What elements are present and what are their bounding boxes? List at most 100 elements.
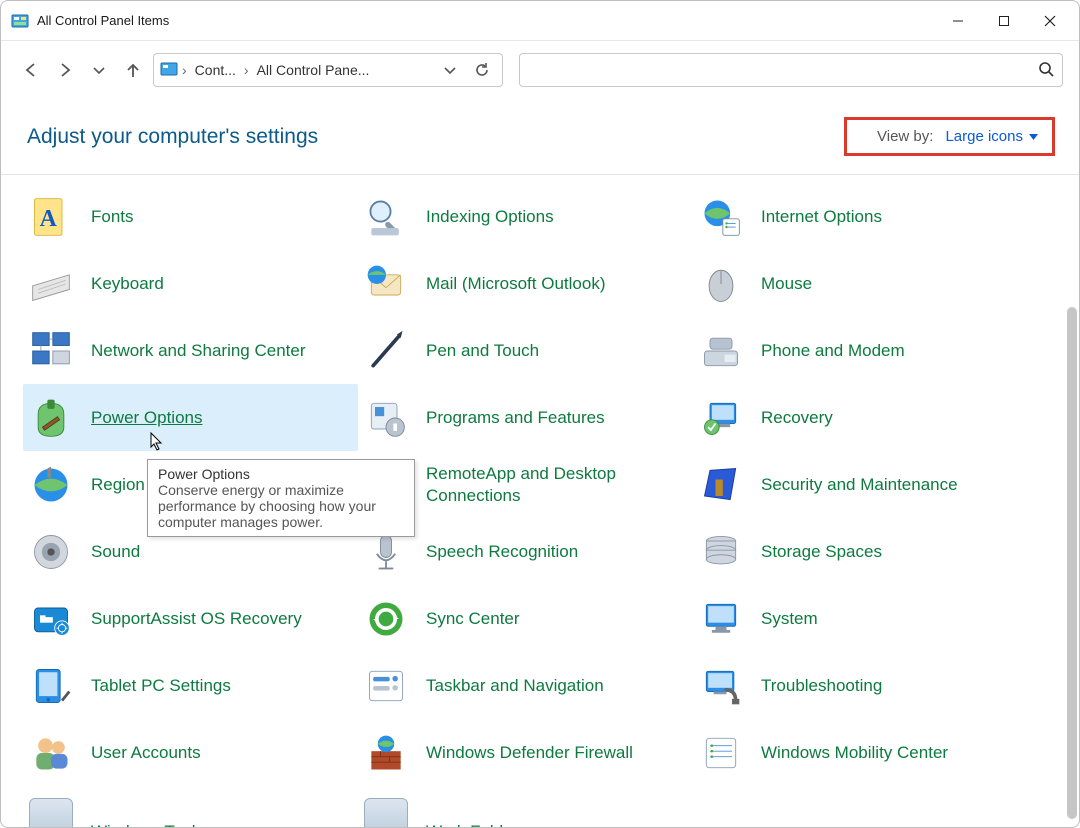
item-label: System bbox=[761, 608, 818, 629]
tools-icon bbox=[27, 796, 75, 828]
address-dropdown-button[interactable] bbox=[436, 56, 464, 84]
search-box[interactable] bbox=[519, 53, 1063, 87]
item-label: Security and Maintenance bbox=[761, 474, 958, 495]
control-panel-item[interactable]: Power Options bbox=[23, 384, 358, 451]
refresh-button[interactable] bbox=[468, 56, 496, 84]
storage-icon bbox=[697, 528, 745, 576]
item-label: Taskbar and Navigation bbox=[426, 675, 604, 696]
item-label: Internet Options bbox=[761, 206, 882, 227]
control-panel-item[interactable]: Tablet PC Settings bbox=[23, 652, 358, 719]
header-row: Adjust your computer's settings View by:… bbox=[1, 99, 1079, 174]
programs-icon bbox=[362, 394, 410, 442]
sync-icon bbox=[362, 595, 410, 643]
control-panel-item[interactable]: Network and Sharing Center bbox=[23, 317, 358, 384]
item-label: Work Folders bbox=[426, 797, 527, 827]
control-panel-item[interactable]: Phone and Modem bbox=[693, 317, 1028, 384]
item-label: Programs and Features bbox=[426, 407, 605, 428]
security-icon bbox=[697, 461, 745, 509]
item-label: Sync Center bbox=[426, 608, 520, 629]
breadcrumb-segment[interactable]: All Control Pane... bbox=[253, 60, 374, 80]
caret-down-icon bbox=[1029, 134, 1038, 140]
svg-text:A: A bbox=[40, 206, 58, 232]
forward-button[interactable] bbox=[51, 56, 79, 84]
mail-icon bbox=[362, 260, 410, 308]
up-button[interactable] bbox=[119, 56, 147, 84]
control-panel-item[interactable]: Troubleshooting bbox=[693, 652, 1028, 719]
window-title: All Control Panel Items bbox=[37, 13, 169, 28]
users-icon bbox=[27, 729, 75, 777]
control-panel-item[interactable]: Taskbar and Navigation bbox=[358, 652, 693, 719]
tooltip-body: Conserve energy or maximize performance … bbox=[158, 482, 376, 530]
item-label: Storage Spaces bbox=[761, 541, 882, 562]
scrollbar-thumb[interactable] bbox=[1067, 307, 1077, 819]
control-panel-item[interactable]: Work Folders bbox=[358, 786, 693, 827]
mobility-icon bbox=[697, 729, 745, 777]
maximize-button[interactable] bbox=[981, 5, 1027, 37]
control-panel-window: All Control Panel Items › Cont... › All … bbox=[0, 0, 1080, 828]
control-panel-item[interactable]: Indexing Options bbox=[358, 183, 693, 250]
search-icon[interactable] bbox=[1038, 61, 1054, 80]
keyboard-icon bbox=[27, 260, 75, 308]
view-by-dropdown[interactable]: Large icons bbox=[945, 128, 1038, 145]
indexing-icon bbox=[362, 193, 410, 241]
control-panel-item[interactable]: SupportAssist OS Recovery bbox=[23, 585, 358, 652]
control-panel-item[interactable]: Pen and Touch bbox=[358, 317, 693, 384]
control-panel-item[interactable]: Recovery bbox=[693, 384, 1028, 451]
region-icon bbox=[27, 461, 75, 509]
back-button[interactable] bbox=[17, 56, 45, 84]
item-label: Windows Mobility Center bbox=[761, 742, 948, 763]
pen-icon bbox=[362, 327, 410, 375]
item-label: Windows Defender Firewall bbox=[426, 742, 633, 763]
item-label: Fonts bbox=[91, 206, 134, 227]
control-panel-item[interactable]: Mail (Microsoft Outlook) bbox=[358, 250, 693, 317]
workfolders-icon bbox=[362, 796, 410, 828]
item-label: Sound bbox=[91, 541, 140, 562]
control-panel-item[interactable]: Security and Maintenance bbox=[693, 451, 1028, 518]
item-label: User Accounts bbox=[91, 742, 201, 763]
fonts-icon: A bbox=[27, 193, 75, 241]
item-label: Network and Sharing Center bbox=[91, 340, 306, 361]
control-panel-item[interactable]: A Fonts bbox=[23, 183, 358, 250]
control-panel-item[interactable]: Sync Center bbox=[358, 585, 693, 652]
item-label: Tablet PC Settings bbox=[91, 675, 231, 696]
item-label: Phone and Modem bbox=[761, 340, 905, 361]
search-input[interactable] bbox=[528, 62, 1038, 78]
mouse-icon bbox=[697, 260, 745, 308]
control-panel-item[interactable]: User Accounts bbox=[23, 719, 358, 786]
item-label: Region bbox=[91, 474, 145, 495]
control-panel-item[interactable]: System bbox=[693, 585, 1028, 652]
item-label: Mail (Microsoft Outlook) bbox=[426, 273, 605, 294]
item-label: Recovery bbox=[761, 407, 833, 428]
internet-icon bbox=[697, 193, 745, 241]
titlebar: All Control Panel Items bbox=[1, 1, 1079, 41]
control-panel-item[interactable]: Programs and Features bbox=[358, 384, 693, 451]
system-icon bbox=[697, 595, 745, 643]
address-bar[interactable]: › Cont... › All Control Pane... bbox=[153, 53, 503, 87]
item-label: Troubleshooting bbox=[761, 675, 882, 696]
control-panel-item[interactable]: Mouse bbox=[693, 250, 1028, 317]
item-label: Power Options bbox=[91, 407, 203, 428]
control-panel-item[interactable]: Storage Spaces bbox=[693, 518, 1028, 585]
close-button[interactable] bbox=[1027, 5, 1073, 37]
recent-dropdown-button[interactable] bbox=[85, 56, 113, 84]
breadcrumb-segment[interactable]: Cont... bbox=[191, 60, 240, 80]
tooltip-title: Power Options bbox=[158, 466, 250, 482]
minimize-button[interactable] bbox=[935, 5, 981, 37]
control-panel-icon bbox=[160, 60, 178, 81]
control-panel-item[interactable]: Windows Tools bbox=[23, 786, 358, 827]
view-by-highlight: View by: Large icons bbox=[844, 117, 1055, 156]
item-label: Keyboard bbox=[91, 273, 164, 294]
navbar: › Cont... › All Control Pane... bbox=[1, 41, 1079, 99]
taskbar-icon bbox=[362, 662, 410, 710]
item-label: Windows Tools bbox=[91, 797, 204, 827]
control-panel-item[interactable]: Keyboard bbox=[23, 250, 358, 317]
phone-icon bbox=[697, 327, 745, 375]
control-panel-item[interactable]: Windows Defender Firewall bbox=[358, 719, 693, 786]
view-by-label: View by: bbox=[877, 128, 933, 145]
item-label: Speech Recognition bbox=[426, 541, 578, 562]
control-panel-item[interactable]: Windows Mobility Center bbox=[693, 719, 1028, 786]
control-panel-item[interactable]: Internet Options bbox=[693, 183, 1028, 250]
cursor-icon bbox=[145, 431, 165, 458]
chevron-right-icon: › bbox=[182, 62, 187, 78]
item-label: RemoteApp and Desktop Connections bbox=[426, 463, 685, 506]
